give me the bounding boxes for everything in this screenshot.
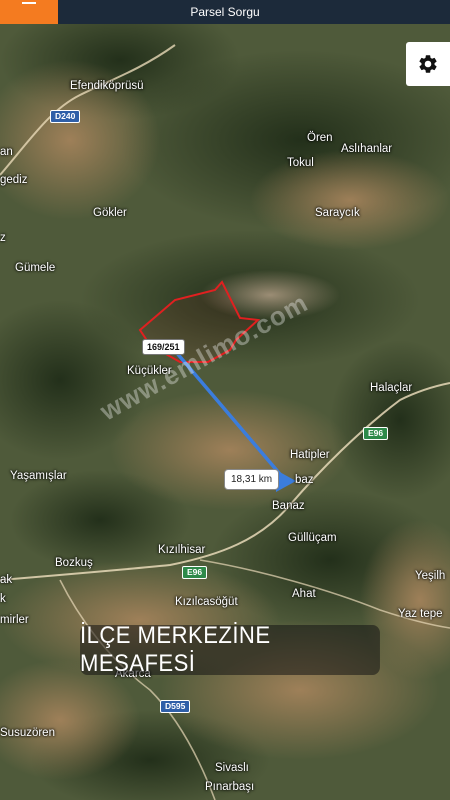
place-label: Susuzören bbox=[0, 727, 55, 739]
place-label: Ören bbox=[307, 132, 333, 144]
place-label: Yaşamışlar bbox=[10, 470, 67, 482]
place-label: z bbox=[0, 232, 6, 244]
place-label: Bozkuş bbox=[55, 557, 93, 569]
place-label: Aslıhanlar bbox=[341, 143, 393, 155]
road-shield-d240: D240 bbox=[50, 110, 81, 123]
place-label: Pınarbaşı bbox=[205, 781, 255, 793]
place-label: Halaçlar bbox=[370, 382, 413, 394]
place-label: k bbox=[0, 593, 6, 605]
place-label: Banaz bbox=[272, 500, 305, 512]
place-label: Yeşilh bbox=[415, 570, 446, 582]
place-label: Kızılhisar bbox=[158, 544, 206, 556]
place-label: gediz bbox=[0, 174, 28, 186]
settings-button[interactable] bbox=[406, 42, 450, 86]
top-bar: Parsel Sorgu bbox=[0, 0, 450, 24]
place-label: Yaz tepe bbox=[398, 608, 443, 620]
place-label: Saraycık bbox=[315, 207, 360, 219]
menu-icon bbox=[22, 2, 36, 4]
place-label: an bbox=[0, 146, 13, 158]
place-label: Gümele bbox=[15, 262, 56, 274]
road-shield-d595: D595 bbox=[160, 700, 191, 713]
place-label: Tokul bbox=[287, 157, 314, 169]
place-label: Hatipler bbox=[290, 449, 330, 461]
menu-button[interactable] bbox=[0, 0, 58, 24]
place-label: Kızılcasöğüt bbox=[175, 596, 238, 608]
page-title: Parsel Sorgu bbox=[190, 5, 260, 19]
place-label: Sivaslı bbox=[215, 762, 249, 774]
place-label: Efendiköprüsü bbox=[70, 80, 144, 92]
place-label: Ahat bbox=[292, 588, 316, 600]
road-shield-e96-b: E96 bbox=[182, 566, 208, 579]
road-shield-e96-a: E96 bbox=[363, 427, 389, 440]
caption-banner: İLÇE MERKEZİNE MESAFESİ bbox=[80, 622, 380, 677]
place-label: mirler bbox=[0, 614, 29, 626]
place-label: Gökler bbox=[93, 207, 127, 219]
place-label: ak bbox=[0, 574, 13, 586]
place-label: Güllüçam bbox=[288, 532, 337, 544]
place-label: baz bbox=[295, 474, 314, 486]
distance-label: 18,31 km bbox=[224, 469, 280, 490]
caption-text: İLÇE MERKEZİNE MESAFESİ bbox=[80, 622, 271, 677]
gear-icon bbox=[419, 55, 437, 73]
